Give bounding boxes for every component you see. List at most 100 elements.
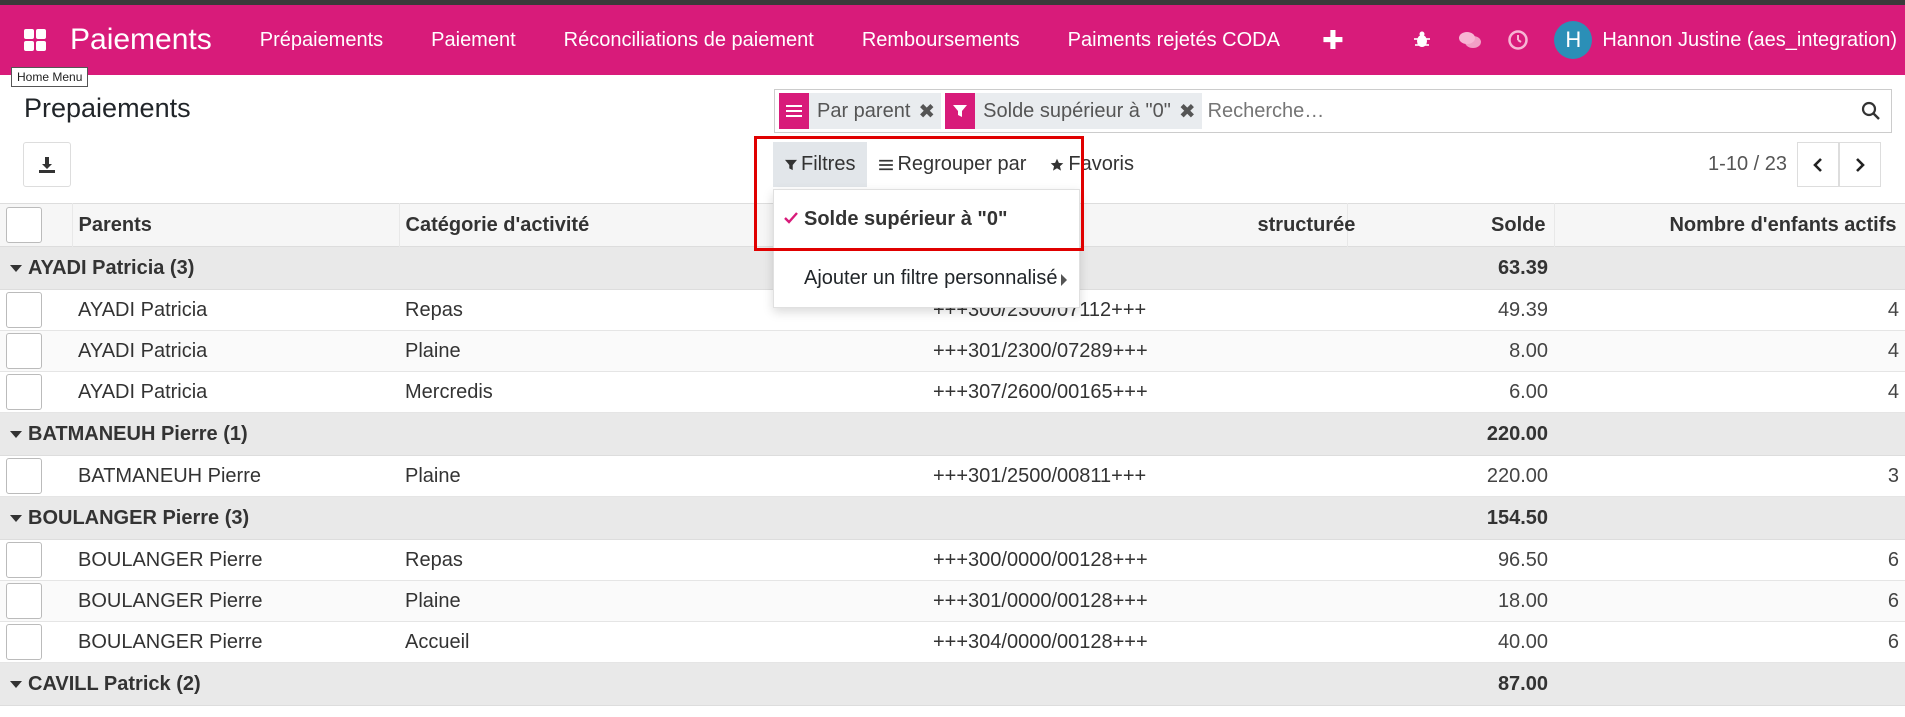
row-checkbox[interactable] — [6, 292, 42, 328]
groupby-button[interactable]: Regrouper par — [867, 142, 1038, 187]
apps-grid-icon — [24, 29, 46, 51]
group-label: BOULANGER Pierre (3) — [28, 506, 250, 529]
group-row[interactable]: BOULANGER Pierre (3) 154.50 — [0, 496, 1905, 540]
caret-down-icon — [10, 430, 22, 438]
column-header-parents[interactable]: Parents — [72, 203, 400, 247]
nav-more-plus-icon[interactable]: ✚ — [1304, 25, 1362, 56]
groupby-label: Regrouper par — [897, 153, 1027, 175]
cell-solde: 6.00 — [1509, 380, 1548, 403]
home-menu-tooltip: Home Menu — [11, 67, 89, 87]
cell-communication: +++301/2500/00811+++ — [933, 464, 1147, 487]
nav-item-prepaiements[interactable]: Prépaiements — [236, 29, 407, 52]
download-icon — [39, 156, 55, 173]
cell-solde: 49.39 — [1497, 298, 1548, 321]
favorites-button[interactable]: Favoris — [1038, 142, 1146, 187]
group-total: 63.39 — [1497, 256, 1548, 279]
nav-item-reconciliations[interactable]: Réconciliations de paiement — [540, 29, 838, 52]
group-total: 154.50 — [1486, 506, 1548, 529]
row-checkbox[interactable] — [6, 374, 42, 410]
debug-bug-icon[interactable] — [1398, 30, 1446, 50]
cell-active-children: 4 — [1887, 380, 1899, 403]
cell-active-children: 3 — [1887, 464, 1899, 487]
cell-active-children: 4 — [1887, 298, 1899, 321]
row-checkbox[interactable] — [6, 583, 42, 619]
nav-item-paiments-rejetes[interactable]: Paiments rejetés CODA — [1044, 29, 1304, 52]
filter-option-solde-positive[interactable]: Solde supérieur à "0" — [774, 190, 1079, 248]
table-body: AYADI Patricia (3) 63.39 AYADI Patricia … — [0, 246, 1905, 706]
control-panel: Prepaiements Par parent ✖ Solde supérieu… — [0, 75, 1905, 203]
caret-right-icon — [1061, 274, 1067, 286]
search-input[interactable] — [1201, 93, 1851, 129]
cell-parent: AYADI Patricia — [78, 380, 208, 403]
pager-next-button[interactable] — [1839, 142, 1881, 187]
cell-category: Mercredis — [405, 380, 493, 403]
search-options: Filtres Regrouper par Favoris — [773, 142, 1146, 187]
row-checkbox[interactable] — [6, 333, 42, 369]
caret-down-icon — [10, 264, 22, 272]
chevron-right-icon — [1856, 157, 1865, 172]
user-name[interactable]: Hannon Justine (aes_integration) — [1602, 29, 1905, 52]
filter-icon — [945, 93, 976, 129]
group-by-icon — [779, 93, 809, 129]
activity-clock-icon[interactable] — [1494, 29, 1542, 51]
add-custom-filter[interactable]: Ajouter un filtre personnalisé — [774, 249, 1079, 307]
column-header-solde[interactable]: Solde — [1347, 203, 1555, 247]
cell-category: Repas — [405, 548, 463, 571]
cell-active-children: 6 — [1887, 589, 1899, 612]
group-row[interactable]: BATMANEUH Pierre (1) 220.00 — [0, 412, 1905, 456]
star-icon — [1050, 158, 1064, 172]
remove-facet-close-icon[interactable]: ✖ — [1179, 99, 1196, 124]
row-checkbox[interactable] — [6, 458, 42, 494]
home-menu-button[interactable] — [0, 5, 70, 75]
export-button[interactable] — [23, 142, 71, 187]
select-all-checkbox[interactable] — [6, 207, 42, 243]
cell-category: Plaine — [405, 464, 461, 487]
remove-facet-close-icon[interactable]: ✖ — [918, 99, 935, 124]
cell-solde: 220.00 — [1486, 464, 1548, 487]
group-label: BATMANEUH Pierre (1) — [28, 422, 248, 445]
filters-label: Filtres — [801, 153, 856, 175]
pager-value[interactable]: 1-10 / 23 — [1708, 153, 1787, 176]
table-row[interactable]: BATMANEUH Pierre Plaine +++301/2500/0081… — [0, 456, 1905, 497]
search-icon[interactable] — [1851, 101, 1891, 121]
facet-label: Par parent — [817, 99, 911, 122]
facet-label: Solde supérieur à "0" — [983, 99, 1171, 122]
pager: 1-10 / 23 — [1708, 142, 1881, 187]
caret-down-icon — [10, 680, 22, 688]
chevron-left-icon — [1813, 157, 1822, 172]
messaging-chat-icon[interactable] — [1446, 30, 1494, 50]
favorites-label: Favoris — [1068, 153, 1134, 175]
group-row[interactable]: CAVILL Patrick (2) 87.00 — [0, 662, 1905, 706]
caret-down-icon — [10, 514, 22, 522]
check-icon — [784, 212, 798, 224]
cell-communication: +++304/0000/00128+++ — [933, 630, 1148, 653]
cell-category: Plaine — [405, 589, 461, 612]
table-row[interactable]: AYADI Patricia Mercredis +++307/2600/001… — [0, 372, 1905, 413]
cell-active-children: 4 — [1887, 339, 1899, 362]
search-facet-groupby: Par parent ✖ — [779, 93, 942, 129]
filter-option-label: Solde supérieur à "0" — [804, 207, 1008, 230]
table-row[interactable]: BOULANGER Pierre Plaine +++301/0000/0012… — [0, 580, 1905, 622]
table-row[interactable]: AYADI Patricia Plaine +++301/2300/07289+… — [0, 330, 1905, 372]
nav-item-paiement[interactable]: Paiement — [407, 29, 540, 52]
cell-parent: BOULANGER Pierre — [78, 548, 263, 571]
user-avatar[interactable]: H — [1554, 21, 1593, 59]
row-checkbox[interactable] — [6, 624, 42, 660]
cell-parent: BOULANGER Pierre — [78, 589, 263, 612]
top-navbar: Paiements Prépaiements Paiement Réconcil… — [0, 5, 1905, 87]
app-title[interactable]: Paiements — [70, 23, 212, 57]
group-label: AYADI Patricia (3) — [28, 256, 195, 279]
filters-button[interactable]: Filtres — [773, 142, 868, 187]
table-row[interactable]: BOULANGER Pierre Accueil +++304/0000/001… — [0, 622, 1905, 663]
select-all-cell — [0, 203, 73, 247]
cell-communication: +++301/0000/00128+++ — [933, 589, 1148, 612]
search-facet-filter: Solde supérieur à "0" ✖ — [945, 93, 1202, 129]
cell-communication: +++307/2600/00165+++ — [933, 380, 1148, 403]
page-title: Prepaiements — [24, 93, 191, 123]
column-header-active-children[interactable]: Nombre d'enfants actifs — [1554, 203, 1905, 247]
nav-item-remboursements[interactable]: Remboursements — [838, 29, 1044, 52]
pager-previous-button[interactable] — [1797, 142, 1839, 187]
cell-category: Accueil — [405, 630, 470, 653]
row-checkbox[interactable] — [6, 542, 42, 578]
table-row[interactable]: BOULANGER Pierre Repas +++300/0000/00128… — [0, 540, 1905, 581]
